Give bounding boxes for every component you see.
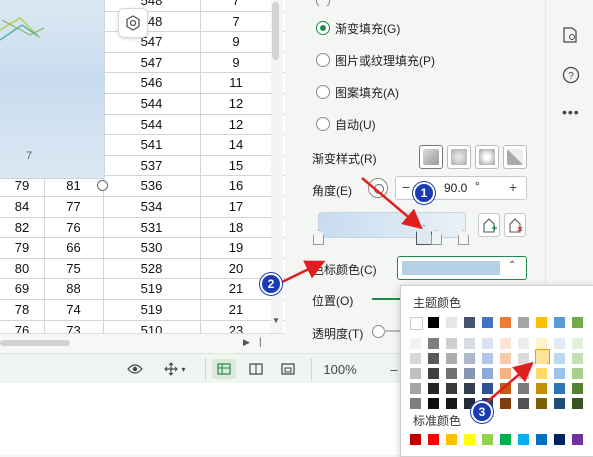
annotation-arrows	[277, 177, 534, 409]
callout-badge-3: 3	[471, 401, 493, 423]
callout-badge-1: 1	[413, 182, 435, 204]
callout-badge-2: 2	[260, 273, 282, 295]
